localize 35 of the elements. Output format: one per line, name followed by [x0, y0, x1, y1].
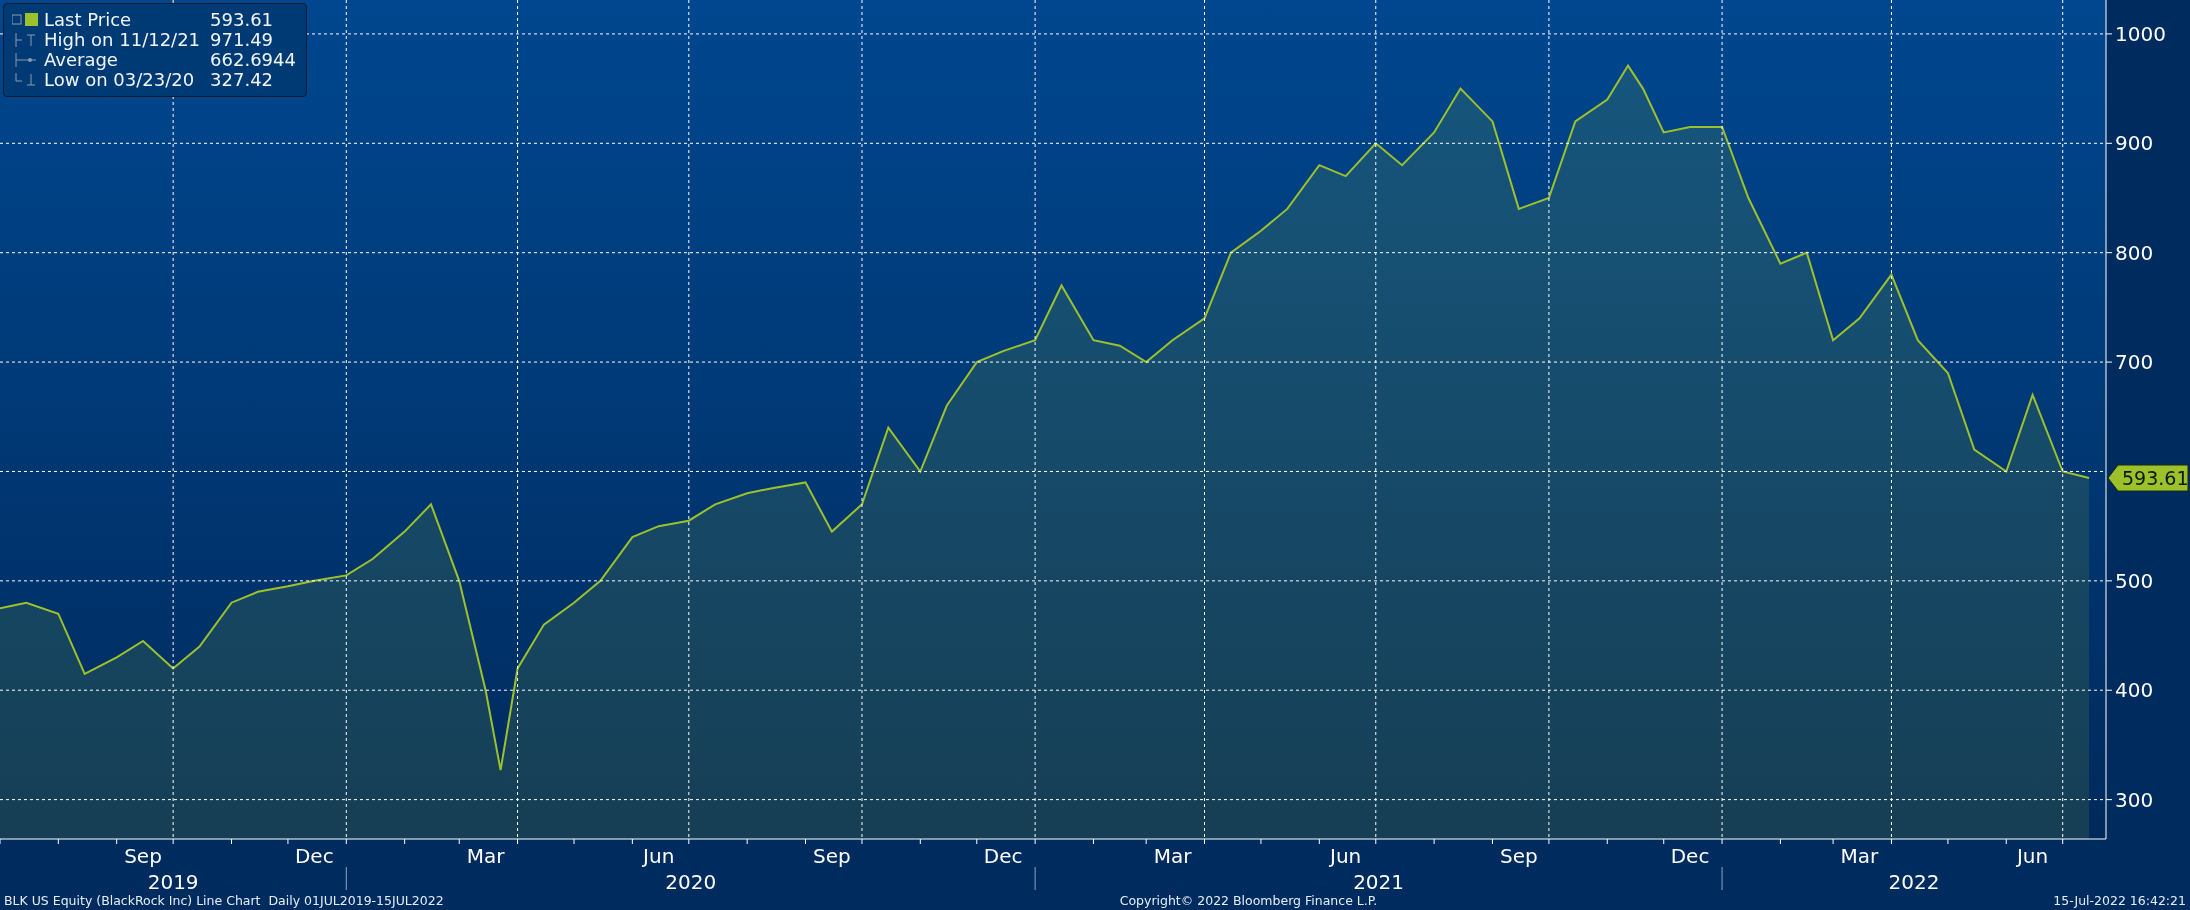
y-axis-label: 500	[2115, 568, 2154, 593]
price-tag: 593.61	[2107, 464, 2189, 492]
legend-label: Last Price	[44, 10, 133, 30]
x-axis-label: Dec	[294, 844, 334, 868]
x-axis-label: Mar	[1153, 844, 1192, 868]
legend-value: 327.42	[209, 70, 275, 90]
legend-label: High on 11/12/21	[44, 30, 201, 50]
copyright-text: Copyright© 2022 Bloomberg Finance L.P.	[1119, 892, 1378, 908]
y-axis-label: 400	[2115, 678, 2154, 703]
timestamp: 15-Jul-2022 16:42:21	[2053, 892, 2186, 908]
x-axis-label: Jun	[2017, 844, 2049, 868]
x-axis-label: Dec	[1670, 844, 1710, 868]
y-axis-label: 900	[2115, 131, 2154, 156]
legend-value: 971.49	[209, 30, 275, 50]
year-label: 2021	[1353, 870, 1405, 890]
chart-description: BLK US Equity (BlackRock Inc) Line Chart Daily 01JUL2019-15JUL2022	[4, 892, 444, 908]
x-axis-label: Jun	[643, 844, 675, 868]
x-axis-label: Sep	[813, 844, 851, 868]
x-axis-label: Sep	[1499, 844, 1538, 868]
y-axis-label: 700	[2115, 350, 2154, 375]
legend-value: 662.6944	[209, 50, 296, 70]
x-axis-label: Mar	[1840, 844, 1879, 868]
x-axis-label: Jun	[1330, 844, 1362, 868]
year-label: 2020	[665, 870, 717, 890]
x-axis-label: Sep	[124, 844, 162, 868]
y-axis-label: 300	[2115, 787, 2154, 812]
y-axis-label: 800	[2115, 240, 2154, 265]
y-axis-label: 1000	[2115, 21, 2166, 46]
x-axis-label: Mar	[466, 844, 505, 868]
legend-value: 593.61	[209, 10, 275, 30]
legend-label: Average	[44, 50, 119, 70]
year-label: 2022	[1888, 870, 1940, 890]
year-label: 2019	[147, 870, 199, 890]
x-axis-label: Dec	[983, 844, 1023, 868]
legend-label: Low on 03/23/20	[44, 70, 196, 90]
